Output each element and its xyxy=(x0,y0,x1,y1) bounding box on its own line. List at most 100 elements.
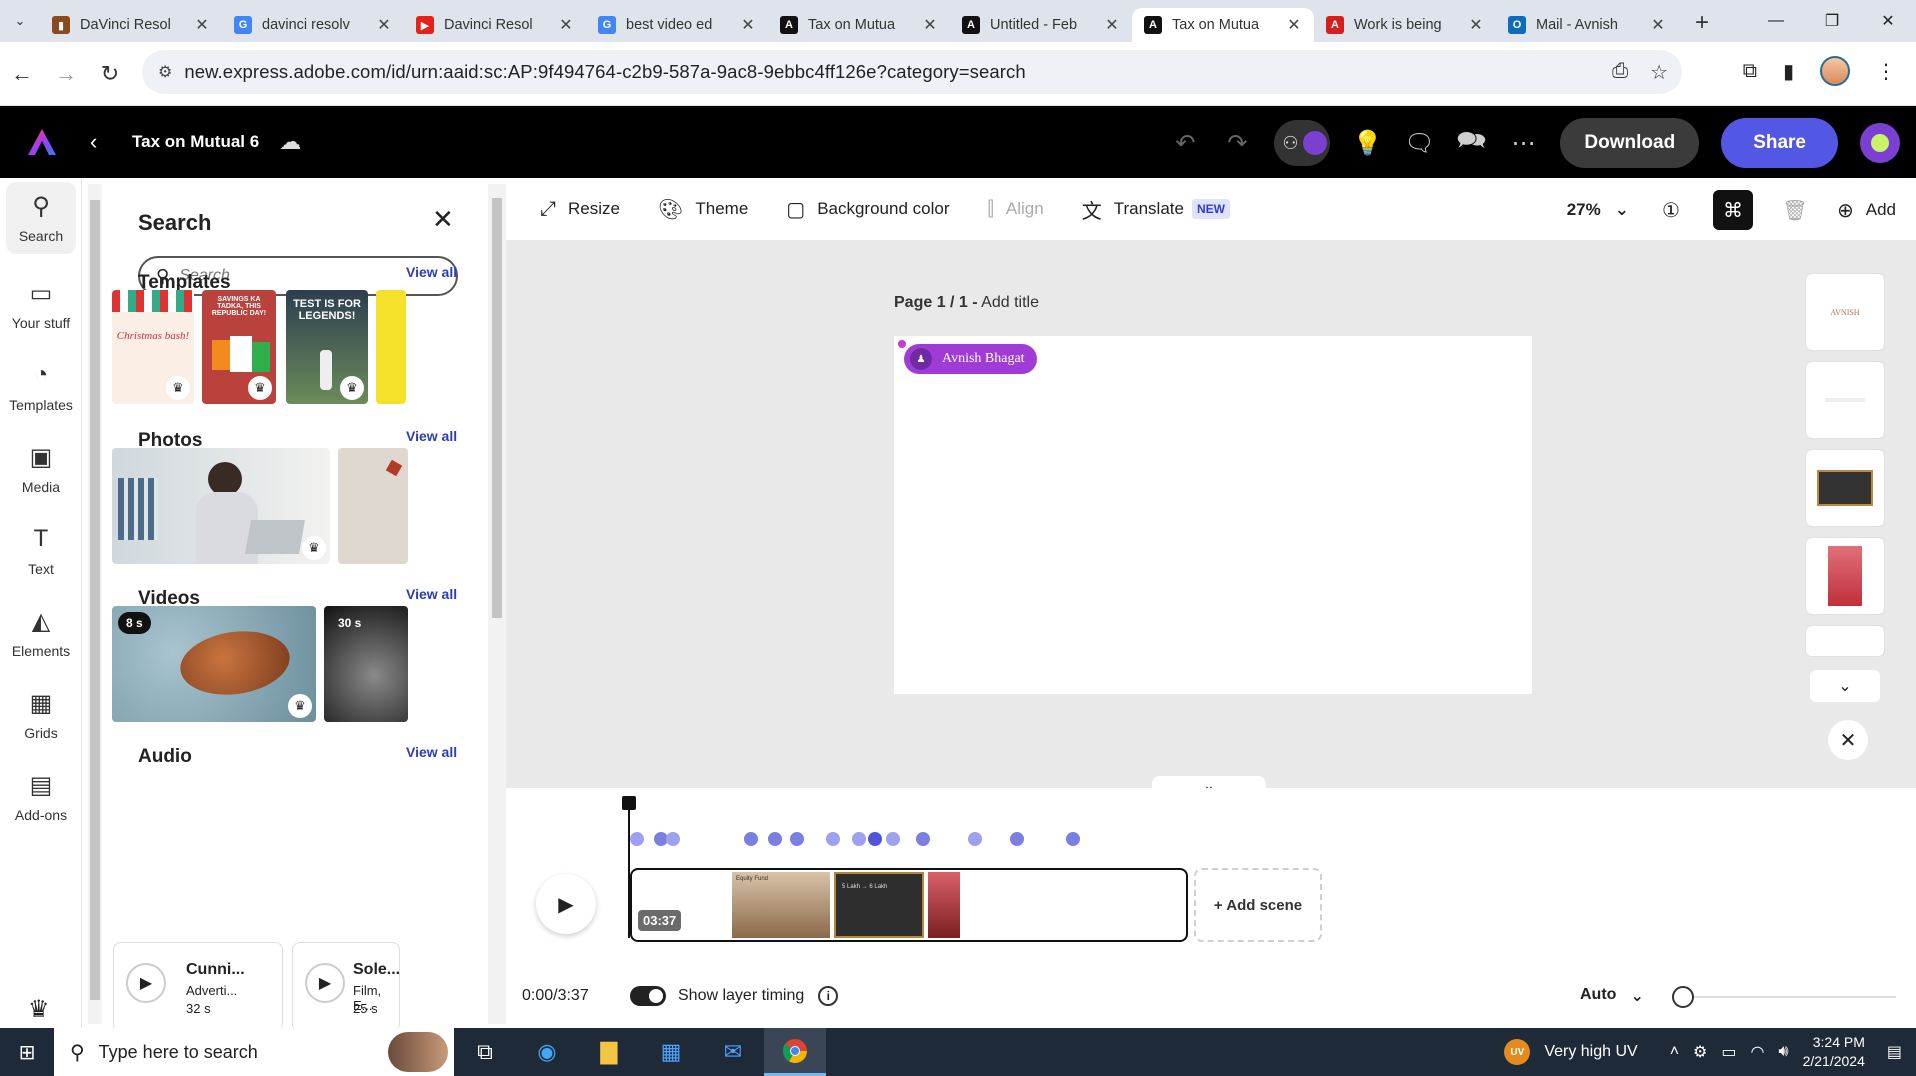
chrome-icon[interactable] xyxy=(764,1028,826,1076)
weather-text[interactable]: Very high UV xyxy=(1544,1043,1637,1061)
grid-view-icon[interactable]: ⌘ xyxy=(1712,190,1753,230)
browser-tab[interactable]: A Tax on Mutua ✕ xyxy=(1132,8,1314,42)
audio-view-all-link[interactable]: View all xyxy=(406,744,457,760)
video-card[interactable]: 30 s xyxy=(324,606,408,722)
site-info-icon[interactable]: ⚙ xyxy=(158,62,172,82)
close-icon[interactable]: ✕ xyxy=(432,204,454,235)
templates-view-all-link[interactable]: View all xyxy=(406,264,457,280)
play-icon[interactable]: ▶ xyxy=(126,963,166,1003)
scene-clip[interactable]: Equity Fund xyxy=(732,872,830,938)
add-title-link[interactable]: Add title xyxy=(981,294,1039,311)
address-bar[interactable]: ⚙ new.express.adobe.com/id/urn:aaid:sc:A… xyxy=(142,50,1682,94)
tab-close-icon[interactable]: ✕ xyxy=(920,15,940,35)
photo-card[interactable] xyxy=(338,448,408,564)
tab-close-icon[interactable]: ✕ xyxy=(1102,15,1122,35)
rail-item-your-stuff[interactable]: ▭ Your stuff xyxy=(0,264,82,346)
battery-icon[interactable]: ▭ xyxy=(1721,1042,1736,1062)
user-avatar[interactable] xyxy=(1860,123,1900,163)
translate-button[interactable]: 文 Translate NEW xyxy=(1082,195,1230,224)
share-button[interactable]: Share xyxy=(1721,118,1838,168)
maximize-button[interactable]: ❐ xyxy=(1804,0,1860,42)
browser-tab[interactable]: Gbest video ed ✕ xyxy=(586,8,768,42)
lightbulb-icon[interactable]: 💡 xyxy=(1352,129,1382,158)
close-icon[interactable]: ✕ xyxy=(1828,720,1868,760)
rail-item-add-ons[interactable]: ▤ Add-ons xyxy=(0,756,82,838)
volume-icon[interactable]: 🔊︎ xyxy=(1778,1043,1788,1061)
document-title[interactable]: Tax on Mutual 6 xyxy=(132,132,259,152)
page-count-icon[interactable]: ① xyxy=(1651,190,1691,230)
cloud-sync-icon[interactable]: ☁ xyxy=(279,129,301,155)
undo-icon[interactable]: ↶ xyxy=(1170,129,1200,158)
align-button[interactable]: ⫿ Align xyxy=(988,198,1044,221)
side-panel-icon[interactable]: ▮ xyxy=(1783,59,1794,84)
browser-tab[interactable]: A Untitled - Feb ✕ xyxy=(950,8,1132,42)
windows-start-icon[interactable]: ⊞ xyxy=(0,1040,54,1065)
panel-scrollbar[interactable] xyxy=(488,184,506,1024)
page-thumbnail[interactable]: AVNISH xyxy=(1806,274,1884,350)
redo-icon[interactable]: ↷ xyxy=(1222,129,1252,158)
template-card[interactable] xyxy=(376,290,406,404)
page-thumbnail[interactable] xyxy=(1806,626,1884,656)
videos-view-all-link[interactable]: View all xyxy=(406,586,457,602)
adobe-express-logo[interactable] xyxy=(0,106,84,178)
invite-collaborators-button[interactable]: ⚇ xyxy=(1274,120,1331,166)
layer-timing-toggle[interactable] xyxy=(630,986,666,1006)
rail-item-text[interactable]: T Text xyxy=(0,510,82,592)
audio-card[interactable]: ▶ Cunni... Adverti... 32 s xyxy=(113,942,283,1032)
tab-search-icon[interactable]: ⌄ xyxy=(0,0,40,42)
edge-icon[interactable]: ◉ xyxy=(516,1028,578,1076)
page-thumbnail[interactable] xyxy=(1806,538,1884,614)
mail-icon[interactable]: ✉ xyxy=(702,1028,764,1076)
comment-icon[interactable]: 🗨 xyxy=(1404,129,1434,158)
scene-clip[interactable]: 5 Lakh → 6 Lakh xyxy=(834,872,924,938)
photo-card[interactable]: ♛ xyxy=(112,448,330,564)
profile-avatar[interactable] xyxy=(1820,56,1850,86)
chat-icon[interactable]: 🗪 xyxy=(1456,123,1486,164)
tab-close-icon[interactable]: ✕ xyxy=(1284,15,1304,35)
scene-track[interactable]: Equity Fund 5 Lakh → 6 Lakh 03:37 xyxy=(630,868,1188,942)
resize-button[interactable]: ⤢ Resize xyxy=(540,198,620,221)
camera-icon[interactable]: ⚙ xyxy=(1693,1042,1707,1062)
page-thumbnail[interactable] xyxy=(1806,362,1884,438)
background-color-button[interactable]: ▢ Background color xyxy=(786,197,949,222)
reload-icon[interactable]: ↻ xyxy=(88,52,132,96)
clock[interactable]: 3:24 PM 2/21/2024 xyxy=(1803,1033,1865,1071)
tray-chevron-icon[interactable]: ˄ xyxy=(1670,1043,1679,1061)
minimize-button[interactable]: — xyxy=(1748,0,1804,42)
uv-icon[interactable]: UV xyxy=(1504,1039,1531,1065)
rail-item-templates[interactable]: ◔ Templates xyxy=(0,346,82,428)
template-card[interactable]: TEST IS FOR LEGENDS! ♛ xyxy=(286,290,368,404)
chrome-menu-icon[interactable]: ⋮ xyxy=(1876,59,1896,84)
browser-tab[interactable]: Gdavinci resolv ✕ xyxy=(222,8,404,42)
rail-item-search[interactable]: ⚲ Search xyxy=(6,182,76,254)
template-card[interactable]: Christmas bash! ♛ xyxy=(112,290,194,404)
notifications-icon[interactable]: ▤ xyxy=(1887,1042,1902,1062)
back-chevron-icon[interactable]: ‹ xyxy=(90,129,110,155)
browser-tab[interactable]: ▮ DaVinci Resol ✕ xyxy=(40,8,222,42)
rail-item-elements[interactable]: ◭ Elements xyxy=(0,592,82,674)
browser-tab[interactable]: A Work is being ✕ xyxy=(1314,8,1496,42)
photos-view-all-link[interactable]: View all xyxy=(406,428,457,444)
add-page-button[interactable]: ⊕ Add xyxy=(1837,198,1896,223)
rail-scrollbar[interactable] xyxy=(88,184,102,1024)
rail-item-grids[interactable]: ▦ Grids xyxy=(0,674,82,756)
file-explorer-icon[interactable]: ▇ xyxy=(578,1028,640,1076)
bookmark-star-icon[interactable]: ☆ xyxy=(1650,60,1668,85)
timeline-zoom-slider[interactable] xyxy=(1672,986,1896,1008)
close-window-button[interactable]: ✕ xyxy=(1860,0,1916,42)
tab-close-icon[interactable]: ✕ xyxy=(1466,15,1486,35)
browser-tab[interactable]: A Tax on Mutua ✕ xyxy=(768,8,950,42)
browser-tab[interactable]: O Mail - Avnish ✕ xyxy=(1496,8,1678,42)
install-app-icon[interactable]: ⎙ xyxy=(1612,60,1628,85)
info-icon[interactable]: i xyxy=(818,986,839,1006)
download-button[interactable]: Download xyxy=(1560,118,1700,168)
theme-button[interactable]: 🎨︎ Theme xyxy=(658,197,748,222)
play-button[interactable]: ▶ xyxy=(536,874,596,934)
tab-close-icon[interactable]: ✕ xyxy=(738,15,758,35)
back-arrow-icon[interactable]: ← xyxy=(0,52,44,96)
wifi-icon[interactable]: ◠ xyxy=(1751,1042,1765,1062)
task-view-icon[interactable]: ⧉ xyxy=(454,1028,516,1076)
scene-clip[interactable] xyxy=(928,872,960,938)
artboard[interactable]: ♟ Avnish Bhagat xyxy=(894,336,1532,694)
tab-close-icon[interactable]: ✕ xyxy=(192,15,212,35)
